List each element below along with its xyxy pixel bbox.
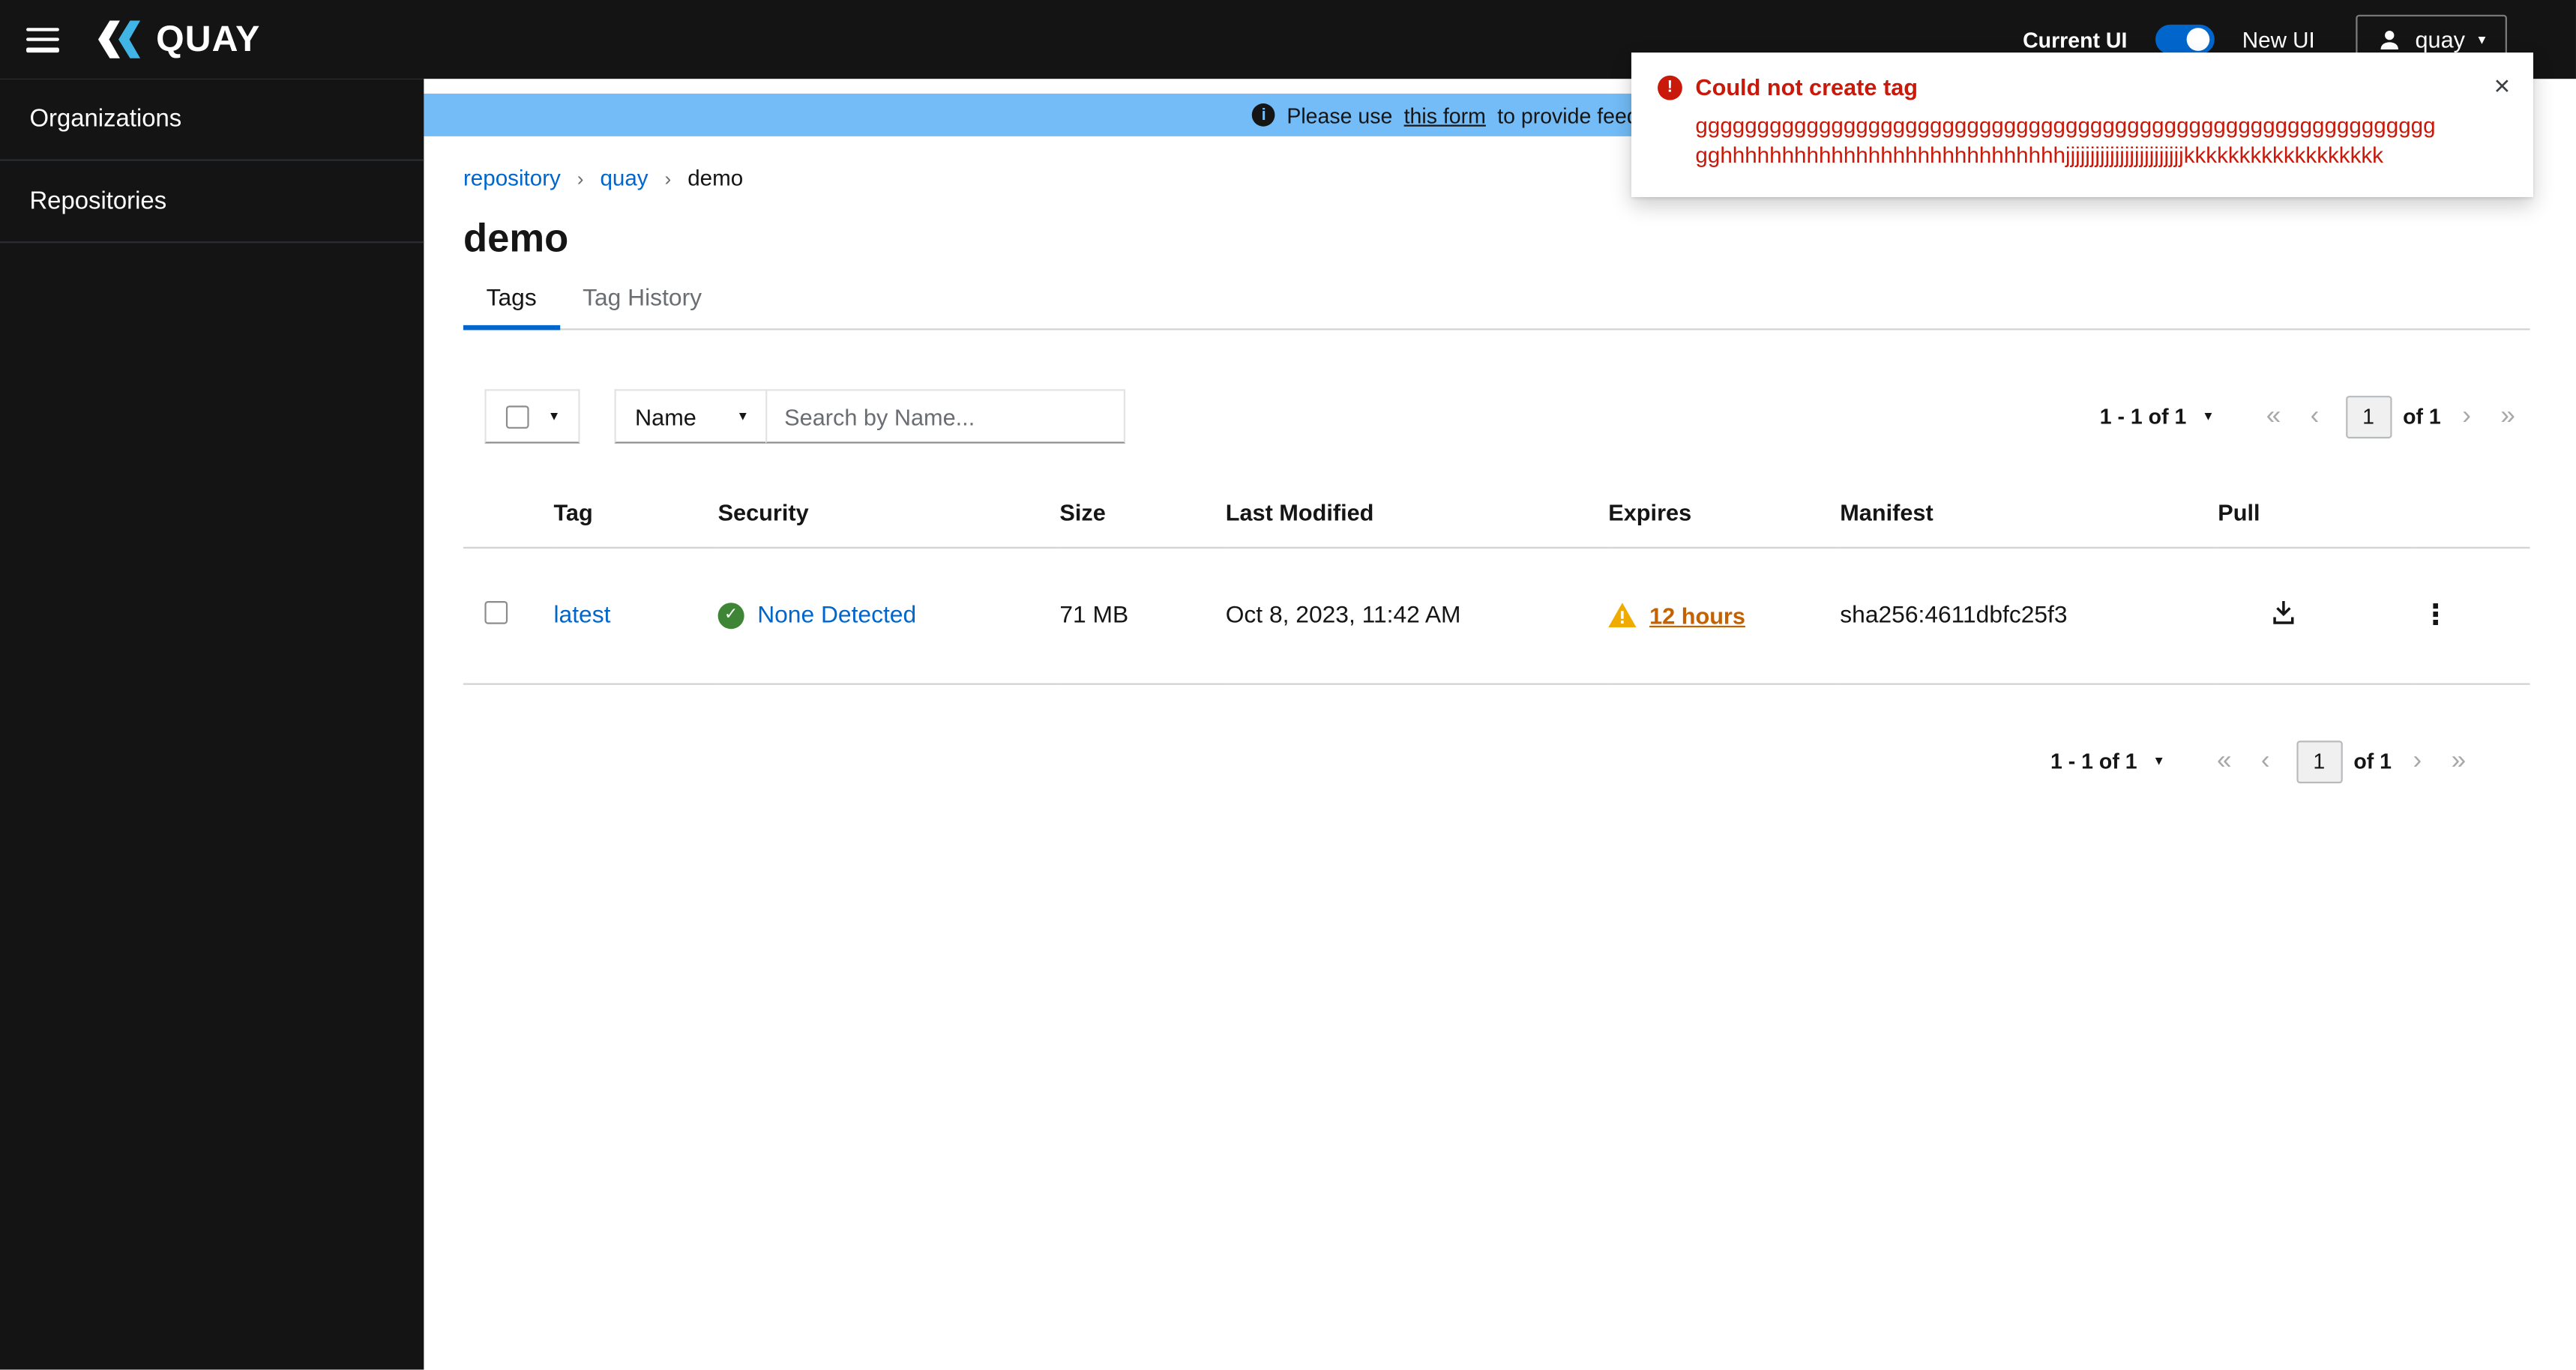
table-row: latest ✓ None Detected 71 MB Oct 8, 2023… bbox=[463, 546, 2530, 684]
column-header-actions bbox=[2415, 479, 2530, 548]
per-page-dropdown[interactable]: 1 - 1 of 1 ▾ bbox=[2050, 749, 2163, 773]
first-page-button[interactable]: « bbox=[2251, 402, 2296, 429]
pagination-summary: 1 - 1 of 1 bbox=[2050, 749, 2137, 774]
column-header-expires: Expires bbox=[1608, 479, 1841, 548]
toolbar: ▾ Name ▾ 1 - 1 of 1 ▾ « ‹ bbox=[463, 389, 2530, 444]
sidebar-item-organizations[interactable]: Organizations bbox=[0, 79, 424, 161]
last-modified-cell: Oct 8, 2023, 11:42 AM bbox=[1225, 546, 1609, 684]
error-alert: ! Could not create tag ggggggggggggggggg… bbox=[1631, 52, 2533, 198]
pagination-summary: 1 - 1 of 1 bbox=[2099, 404, 2187, 429]
tabs: Tags Tag History bbox=[463, 286, 2530, 331]
row-checkbox[interactable] bbox=[484, 600, 508, 624]
sidebar-item-repositories[interactable]: Repositories bbox=[0, 161, 424, 244]
switch-knob bbox=[2186, 28, 2209, 51]
ui-toggle-switch[interactable] bbox=[2155, 24, 2215, 55]
tags-table: Tag Security Size Last Modified Expires … bbox=[463, 479, 2530, 684]
security-cell: ✓ None Detected bbox=[717, 546, 1060, 684]
kebab-menu-button[interactable]: ⋮ bbox=[2415, 589, 2463, 640]
chevron-down-icon: ▾ bbox=[2204, 407, 2212, 424]
tag-cell: latest bbox=[553, 546, 718, 684]
sidebar-item-label: Organizations bbox=[29, 105, 182, 133]
expires-cell: 12 hours bbox=[1608, 546, 1841, 684]
next-page-button[interactable]: › bbox=[2448, 402, 2486, 429]
actions-cell: ⋮ bbox=[2415, 546, 2530, 684]
hamburger-icon bbox=[26, 27, 59, 52]
tab-tag-history[interactable]: Tag History bbox=[559, 286, 724, 328]
size-cell: 71 MB bbox=[1059, 546, 1226, 684]
user-icon bbox=[2380, 29, 2399, 49]
tab-tags[interactable]: Tags bbox=[463, 286, 559, 331]
feedback-form-link[interactable]: this form bbox=[1404, 103, 1486, 127]
filter-type-label: Name bbox=[635, 402, 696, 430]
warning-icon bbox=[1608, 603, 1637, 628]
next-page-button[interactable]: › bbox=[2398, 747, 2437, 774]
table-header-row: Tag Security Size Last Modified Expires … bbox=[463, 479, 2530, 548]
quay-logo-icon bbox=[97, 20, 141, 58]
breadcrumb-separator-icon: › bbox=[664, 166, 672, 190]
error-icon: ! bbox=[1658, 75, 1682, 100]
security-report-link[interactable]: None Detected bbox=[757, 602, 916, 628]
alert-title: Could not create tag bbox=[1695, 73, 1919, 100]
current-ui-label: Current UI bbox=[2023, 27, 2128, 52]
page-title: demo bbox=[463, 217, 569, 262]
column-header-pull: Pull bbox=[2218, 479, 2416, 548]
sidebar: Organizations Repositories bbox=[0, 79, 424, 1370]
nav-toggle-button[interactable] bbox=[26, 27, 59, 52]
pagination-top: 1 - 1 of 1 ▾ « ‹ 1 of 1 › » bbox=[2100, 395, 2530, 438]
prev-page-button[interactable]: ‹ bbox=[2246, 747, 2284, 774]
filter-group: Name ▾ bbox=[613, 389, 1126, 444]
manifest-cell: sha256:4611dbfc25f3 bbox=[1840, 546, 2218, 684]
banner-text: Please use bbox=[1287, 102, 1393, 127]
select-cell bbox=[463, 546, 554, 684]
per-page-dropdown[interactable]: 1 - 1 of 1 ▾ bbox=[2100, 404, 2212, 429]
tab-label: Tags bbox=[486, 286, 537, 313]
pagination-nav: « ‹ 1 of 1 › » bbox=[2202, 740, 2481, 783]
last-page-button[interactable]: » bbox=[2486, 402, 2530, 429]
info-icon: i bbox=[1252, 103, 1275, 127]
bulk-select-dropdown[interactable]: ▾ bbox=[484, 389, 580, 444]
close-icon[interactable]: × bbox=[2491, 69, 2514, 103]
breadcrumb-separator-icon: › bbox=[577, 166, 584, 190]
chevron-down-icon: ▾ bbox=[550, 407, 559, 424]
chevron-down-icon: ▾ bbox=[2478, 30, 2486, 47]
column-header-select bbox=[463, 479, 554, 548]
repository-page: repository › quay › demo demo Tags Tag H… bbox=[424, 166, 2576, 783]
pagination-nav: « ‹ 1 of 1 › » bbox=[2251, 395, 2530, 438]
search-input[interactable] bbox=[766, 389, 1126, 444]
filter-type-dropdown[interactable]: Name ▾ bbox=[613, 389, 768, 444]
tab-label: Tag History bbox=[583, 286, 702, 313]
prev-page-button[interactable]: ‹ bbox=[2296, 402, 2334, 429]
last-page-button[interactable]: » bbox=[2437, 747, 2481, 774]
column-header-security: Security bbox=[717, 479, 1060, 548]
pagination-bottom: 1 - 1 of 1 ▾ « ‹ 1 of 1 › » bbox=[463, 740, 2530, 783]
brand-name: QUAY bbox=[156, 18, 261, 59]
chevron-down-icon: ▾ bbox=[2155, 752, 2163, 769]
chevron-down-icon: ▾ bbox=[738, 407, 747, 424]
new-ui-label: New UI bbox=[2242, 27, 2315, 52]
alert-message: gggggggggggggggggggggggggggggggggggggggg… bbox=[1695, 112, 2436, 169]
column-header-last-modified: Last Modified bbox=[1225, 479, 1609, 548]
select-all-checkbox[interactable] bbox=[505, 405, 529, 428]
quay-app: QUAY Current UI New UI quay ▾ Organizati… bbox=[0, 0, 2576, 1370]
page-count-label: of 1 bbox=[2403, 404, 2441, 429]
sidebar-item-label: Repositories bbox=[29, 187, 167, 216]
page-count-label: of 1 bbox=[2353, 749, 2392, 774]
column-header-manifest: Manifest bbox=[1840, 479, 2218, 548]
username: quay bbox=[2415, 26, 2465, 53]
column-header-tag: Tag bbox=[553, 479, 718, 548]
breadcrumb-current: demo bbox=[687, 166, 744, 191]
pull-cell bbox=[2218, 546, 2416, 684]
expires-link[interactable]: 12 hours bbox=[1649, 602, 1745, 628]
success-check-icon: ✓ bbox=[717, 602, 744, 629]
first-page-button[interactable]: « bbox=[2202, 747, 2246, 774]
current-page-input[interactable]: 1 bbox=[2345, 395, 2392, 438]
download-icon[interactable] bbox=[2218, 599, 2296, 625]
quay-logo: QUAY bbox=[95, 18, 260, 61]
breadcrumb-repository[interactable]: repository bbox=[463, 166, 561, 190]
current-page-input[interactable]: 1 bbox=[2296, 740, 2343, 783]
breadcrumb-quay[interactable]: quay bbox=[600, 166, 648, 190]
main-content: i Please use this form to provide feedba… bbox=[424, 79, 2576, 1370]
tag-link[interactable]: latest bbox=[553, 602, 610, 628]
column-header-size: Size bbox=[1059, 479, 1226, 548]
